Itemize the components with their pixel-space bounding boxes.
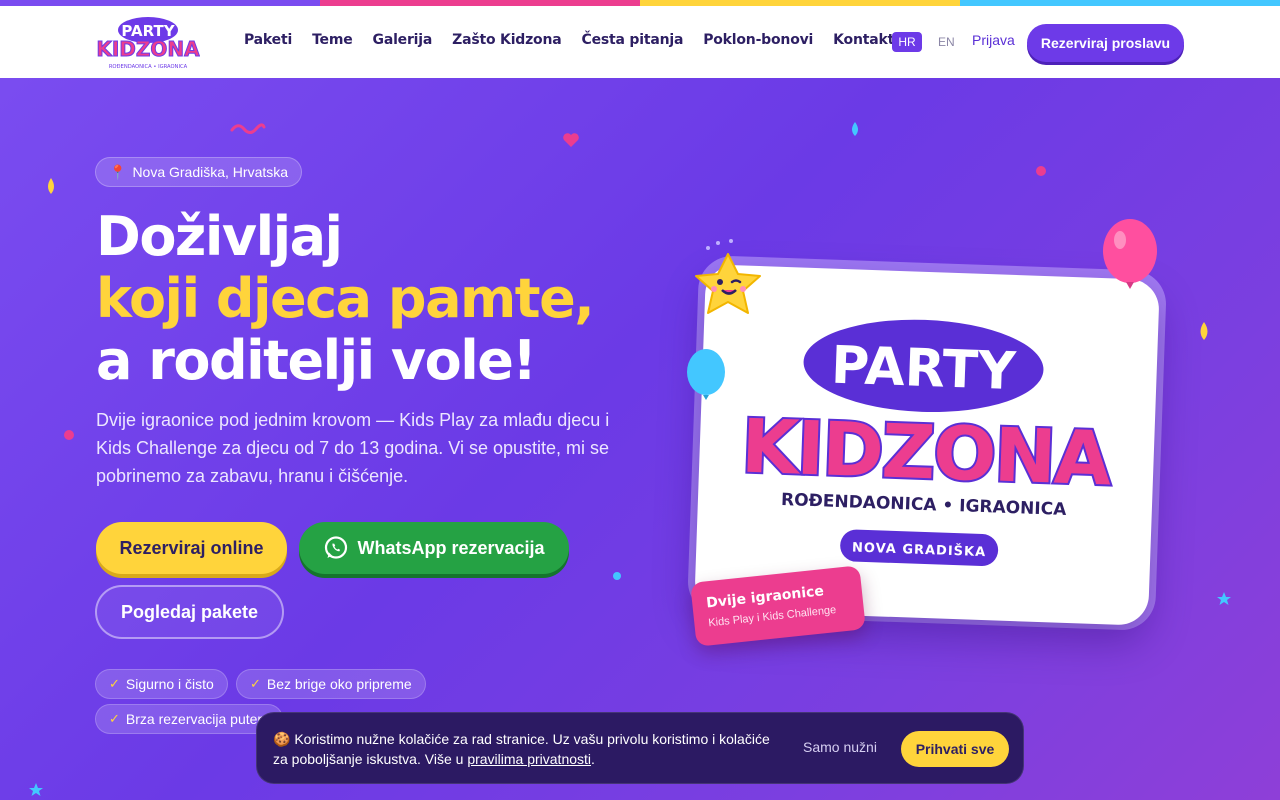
nav-link-kontakt[interactable]: Kontakt xyxy=(833,32,894,48)
drop-decoration xyxy=(48,178,54,194)
logo-main-text: KIDZONA xyxy=(96,37,200,61)
card-logo-top-text: PARTY xyxy=(830,336,1018,402)
view-packages-button[interactable]: Pogledaj pakete xyxy=(95,585,284,639)
location-text: Nova Gradiška, Hrvatska xyxy=(132,164,289,180)
nav-link-poklon-bonovi[interactable]: Poklon-bonovi xyxy=(703,32,813,48)
squiggle-decoration xyxy=(230,123,266,134)
lang-hr-button[interactable]: HR xyxy=(892,32,922,52)
nav-link-zasto-kidzona[interactable]: Zašto Kidzona xyxy=(452,32,562,48)
nav-link-paketi[interactable]: Paketi xyxy=(244,32,292,48)
feature-chip-fast-booking: ✓ Brza rezervacija putem xyxy=(95,704,284,734)
drop-decoration xyxy=(852,122,858,136)
nav-link-galerija[interactable]: Galerija xyxy=(373,32,433,48)
whatsapp-icon xyxy=(325,536,348,559)
login-link[interactable]: Prijava xyxy=(972,32,1015,48)
book-online-button[interactable]: Rezerviraj online xyxy=(96,522,287,574)
dot-decoration xyxy=(1036,166,1046,176)
feature-chip-safe: ✓ Sigurno i čisto xyxy=(95,669,228,699)
book-party-button[interactable]: Rezerviraj proslavu xyxy=(1027,24,1184,62)
hero-title-line-2: koji djeca pamte, xyxy=(96,267,595,330)
dot-decoration xyxy=(613,572,621,580)
nav-link-cesta-pitanja[interactable]: Česta pitanja xyxy=(582,32,684,48)
card-logo-main-text: KIDZONA xyxy=(740,404,1113,503)
privacy-policy-link[interactable]: pravilima privatnosti xyxy=(467,751,591,767)
blue-balloon-icon xyxy=(687,349,725,400)
cookie-message-tail: . xyxy=(591,751,595,767)
brand-logo[interactable]: PARTY KIDZONA ROĐENDAONICA • IGRAONICA xyxy=(96,14,200,72)
feature-chip-label: Sigurno i čisto xyxy=(125,676,214,692)
lang-en-button[interactable]: EN xyxy=(938,35,955,49)
hero-title-line-3: a roditelji vole! xyxy=(96,329,537,392)
card-brand-logo: PARTY KIDZONA ROĐENDAONICA • IGRAONICA N… xyxy=(738,319,1115,567)
whatsapp-button-label: WhatsApp rezervacija xyxy=(357,537,545,558)
whatsapp-booking-button[interactable]: WhatsApp rezervacija xyxy=(299,522,569,574)
hero-title-line-1: Doživljaj xyxy=(96,205,343,268)
cookie-text: 🍪 Koristimo nužne kolačiće za rad strani… xyxy=(273,729,773,769)
star-decoration xyxy=(1217,592,1231,605)
dot-decoration xyxy=(64,430,74,440)
check-icon: ✓ xyxy=(109,711,120,726)
cookie-necessary-only-button[interactable]: Samo nužni xyxy=(803,739,877,755)
feature-chip-no-worries: ✓ Bez brige oko pripreme xyxy=(236,669,426,699)
site-header: PARTY KIDZONA ROĐENDAONICA • IGRAONICA P… xyxy=(0,6,1280,78)
main-nav: Paketi Teme Galerija Zašto Kidzona Česta… xyxy=(244,32,894,48)
drop-decoration xyxy=(1200,322,1208,340)
star-mascot-icon xyxy=(695,239,761,314)
star-decoration xyxy=(29,783,43,796)
check-icon: ✓ xyxy=(250,676,261,691)
hero-subtitle: Dvije igraonice pod jednim krovom — Kids… xyxy=(96,410,610,486)
pin-icon: 📍 xyxy=(109,163,127,180)
heart-decoration xyxy=(563,133,579,147)
check-icon: ✓ xyxy=(109,676,120,691)
feature-chip-label: Brza rezervacija putem xyxy=(125,711,270,727)
logo-sub-text: ROĐENDAONICA • IGRAONICA xyxy=(109,64,188,70)
hero-section: 📍 Nova Gradiška, Hrvatska Doživljaj koji… xyxy=(0,78,1280,800)
cookie-banner: 🍪 Koristimo nužne kolačiće za rad strani… xyxy=(256,712,1024,784)
hero-title: Doživljaj koji djeca pamte, a roditelji … xyxy=(96,205,595,392)
cookie-accept-all-button[interactable]: Prihvati sve xyxy=(901,731,1009,767)
feature-chip-label: Bez brige oko pripreme xyxy=(266,676,412,692)
location-badge: 📍 Nova Gradiška, Hrvatska xyxy=(95,157,303,187)
nav-link-teme[interactable]: Teme xyxy=(312,32,353,48)
pink-balloon-icon xyxy=(1103,219,1157,289)
